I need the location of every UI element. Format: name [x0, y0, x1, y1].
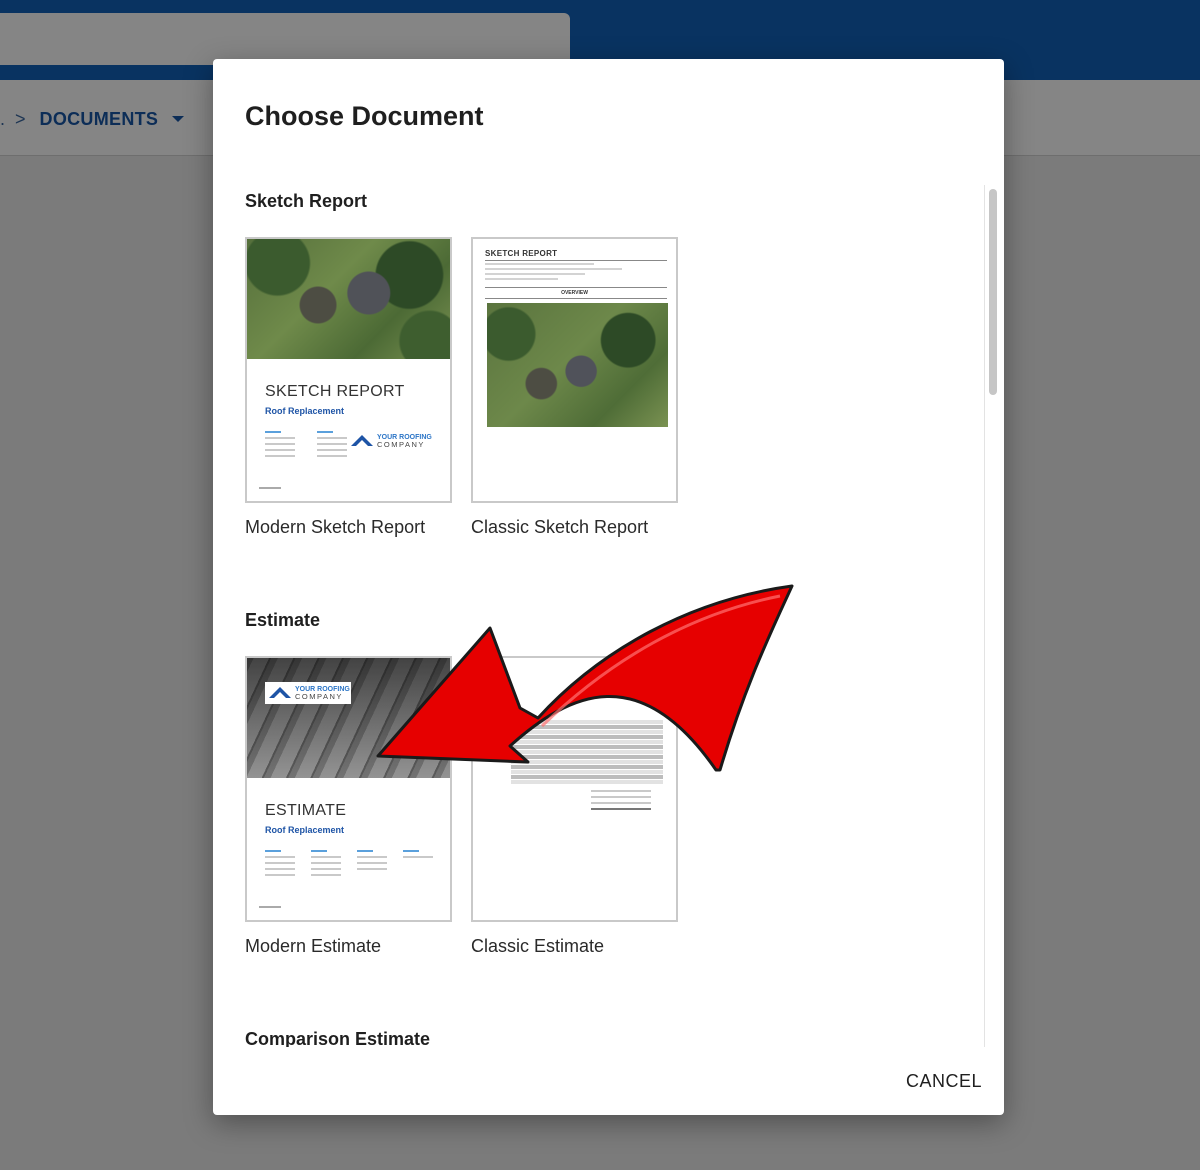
app-search-bar[interactable] — [0, 13, 570, 65]
choose-document-dialog: Choose Document Sketch Report SKETCH REP… — [213, 59, 1004, 1115]
dialog-scroll-area[interactable]: Sketch Report SKETCH REPORT Roof Replace… — [213, 185, 984, 1047]
roof-photo — [247, 658, 450, 778]
cancel-button[interactable]: CANCEL — [906, 1071, 982, 1092]
company-logo: YOUR ROOFING COMPANY — [351, 434, 432, 449]
breadcrumb-separator: > — [15, 108, 26, 129]
breadcrumb-previous[interactable]: . — [0, 109, 5, 130]
thumbnail-footer — [259, 906, 281, 908]
thumbnail-title: SKETCH REPORT — [485, 249, 558, 258]
thumbnail-footer — [259, 487, 281, 489]
document-thumbnail[interactable]: YOUR ROOFING COMPANY ESTIMATE Roof Repla… — [245, 656, 452, 922]
document-label[interactable]: Classic Estimate — [471, 936, 678, 957]
section-title: Estimate — [245, 610, 321, 630]
section-title: Comparison Estimate — [245, 1029, 431, 1047]
logo-line-2: COMPANY — [377, 440, 425, 449]
document-label[interactable]: Modern Sketch Report — [245, 517, 452, 538]
document-thumbnail[interactable]: SKETCH REPORT OVERVIEW — [471, 237, 678, 503]
thumbnail-title: SKETCH REPORT — [265, 383, 405, 400]
document-card-classic-sketch-report[interactable]: SKETCH REPORT OVERVIEW Classic Sketch Re… — [471, 237, 678, 538]
breadcrumb: . > DOCUMENTS — [0, 108, 185, 130]
thumbnail-text-lines — [485, 263, 667, 283]
estimate-line-items — [511, 720, 663, 785]
breadcrumb-current[interactable]: DOCUMENTS — [40, 109, 159, 130]
document-thumbnail[interactable]: SKETCH REPORT Roof Replacement YOUR ROOF… — [245, 237, 452, 503]
document-card-modern-estimate[interactable]: YOUR ROOFING COMPANY ESTIMATE Roof Repla… — [245, 656, 452, 957]
caret-down-icon[interactable] — [172, 116, 185, 122]
section-comparison-estimate: Comparison Estimate — [245, 1029, 430, 1047]
scrollbar-thumb[interactable] — [989, 189, 997, 395]
section-title: Sketch Report — [245, 191, 368, 211]
document-label[interactable]: Modern Estimate — [245, 936, 452, 957]
thumbnail-info-columns — [265, 850, 433, 880]
dialog-title: Choose Document — [245, 101, 484, 131]
thumbnail-subtitle: Roof Replacement — [265, 825, 345, 835]
document-label[interactable]: Classic Sketch Report — [471, 517, 678, 538]
aerial-photo — [487, 303, 668, 427]
roof-logo-icon — [351, 435, 373, 448]
thumbnail-overview-heading: OVERVIEW — [561, 290, 588, 296]
estimate-totals — [591, 790, 651, 814]
section-sketch-report: Sketch Report SKETCH REPORT Roof Replace… — [245, 191, 678, 538]
thumbnail-title: ESTIMATE — [265, 802, 347, 819]
roof-logo-icon — [269, 687, 291, 700]
aerial-photo — [247, 239, 450, 359]
section-estimate: Estimate YOUR ROOFING COMPANY ESTIMATE R… — [245, 610, 678, 957]
dialog-scrollbar[interactable] — [984, 185, 1000, 1047]
document-card-classic-estimate[interactable]: Classic Estimate — [471, 656, 678, 957]
company-logo: YOUR ROOFING COMPANY — [269, 686, 350, 701]
thumbnail-info-columns — [265, 431, 347, 461]
thumbnail-subtitle: Roof Replacement — [265, 406, 345, 416]
logo-line-2: COMPANY — [295, 692, 343, 701]
document-thumbnail[interactable] — [471, 656, 678, 922]
document-card-modern-sketch-report[interactable]: SKETCH REPORT Roof Replacement YOUR ROOF… — [245, 237, 452, 538]
